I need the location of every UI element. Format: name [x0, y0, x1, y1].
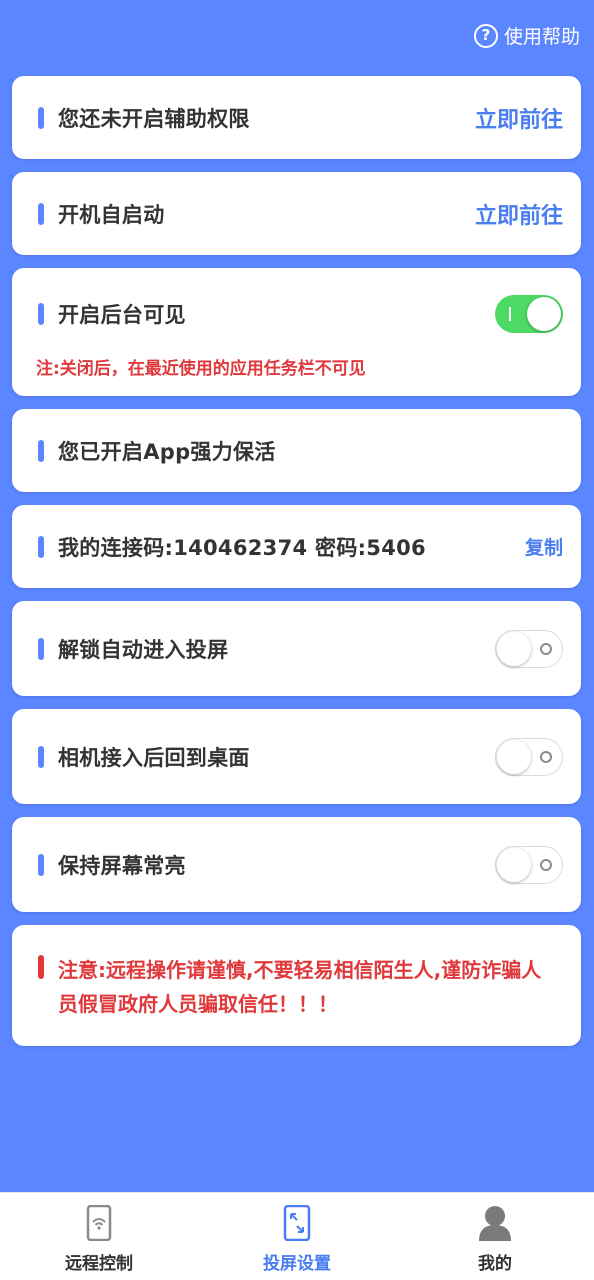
autostart-card: 开机自启动 立即前往 — [12, 172, 581, 255]
accent-bar — [38, 745, 44, 768]
background-visible-label: 开启后台可见 — [58, 303, 186, 327]
toggle-knob — [497, 631, 531, 666]
bottom-nav: 远程控制 投屏设置 我的 — [0, 1192, 594, 1280]
accent-bar — [38, 853, 44, 876]
unlock-cast-card: 解锁自动进入投屏 — [12, 601, 581, 696]
keep-alive-card: 您已开启App强力保活 — [12, 409, 581, 492]
camera-home-card: 相机接入后回到桌面 — [12, 709, 581, 804]
autostart-label: 开机自启动 — [58, 202, 165, 227]
toggle-on-mark — [509, 307, 511, 321]
keep-screen-on-label: 保持屏幕常亮 — [58, 853, 186, 878]
screen-cast-icon — [283, 1205, 311, 1241]
accessibility-go-button[interactable]: 立即前往 — [475, 102, 563, 134]
copy-button[interactable]: 复制 — [525, 533, 563, 560]
toggle-knob — [527, 297, 561, 331]
toggle-knob — [497, 739, 531, 774]
keep-alive-label: 您已开启App强力保活 — [58, 439, 276, 464]
toggle-off-mark — [540, 858, 552, 871]
nav-item-cast-settings[interactable]: 投屏设置 — [198, 1193, 396, 1280]
nav-label-cast-settings: 投屏设置 — [263, 1254, 331, 1274]
nav-label-remote-control: 远程控制 — [65, 1254, 133, 1274]
toggle-knob — [497, 847, 531, 882]
unlock-cast-toggle[interactable] — [495, 629, 563, 668]
phone-wifi-icon — [86, 1205, 112, 1241]
warning-text: 注意:远程操作请谨慎,不要轻易相信陌生人,谨防诈骗人员假冒政府人员骗取信任！！！ — [58, 958, 542, 1016]
autostart-go-button[interactable]: 立即前往 — [475, 198, 563, 230]
nav-item-remote-control[interactable]: 远程控制 — [0, 1193, 198, 1280]
warning-bar — [38, 955, 44, 979]
help-label: 使用帮助 — [503, 26, 580, 48]
accent-bar — [38, 202, 44, 225]
warning-card: 注意:远程操作请谨慎,不要轻易相信陌生人,谨防诈骗人员假冒政府人员骗取信任！！！ — [12, 925, 581, 1046]
nav-label-mine: 我的 — [478, 1254, 512, 1274]
accent-bar — [38, 439, 44, 462]
nav-item-mine[interactable]: 我的 — [396, 1193, 594, 1280]
background-visible-toggle[interactable] — [495, 295, 563, 333]
connection-card: 我的连接码:140462374 密码:5406 复制 — [12, 505, 581, 588]
accent-bar — [38, 637, 44, 660]
keep-screen-on-toggle[interactable] — [495, 845, 563, 884]
toggle-off-mark — [540, 642, 552, 655]
connection-code-label: 我的连接码:140462374 密码:5406 — [58, 535, 426, 560]
accessibility-label: 您还未开启辅助权限 — [58, 106, 250, 131]
keep-screen-on-card: 保持屏幕常亮 — [12, 817, 581, 912]
camera-home-label: 相机接入后回到桌面 — [58, 745, 250, 770]
background-visible-card: 开启后台可见 注:关闭后，在最近使用的应用任务栏不可见 — [12, 268, 581, 396]
accessibility-card: 您还未开启辅助权限 立即前往 — [12, 76, 581, 159]
accent-bar — [38, 303, 44, 325]
accent-bar — [38, 535, 44, 558]
help-button[interactable]: ? 使用帮助 — [473, 22, 580, 49]
background-visible-note: 注:关闭后，在最近使用的应用任务栏不可见 — [36, 359, 366, 379]
accent-bar — [38, 106, 44, 129]
unlock-cast-label: 解锁自动进入投屏 — [58, 637, 229, 662]
user-icon — [478, 1205, 512, 1241]
toggle-off-mark — [540, 750, 552, 763]
question-circle-icon: ? — [473, 23, 498, 48]
camera-home-toggle[interactable] — [495, 737, 563, 776]
